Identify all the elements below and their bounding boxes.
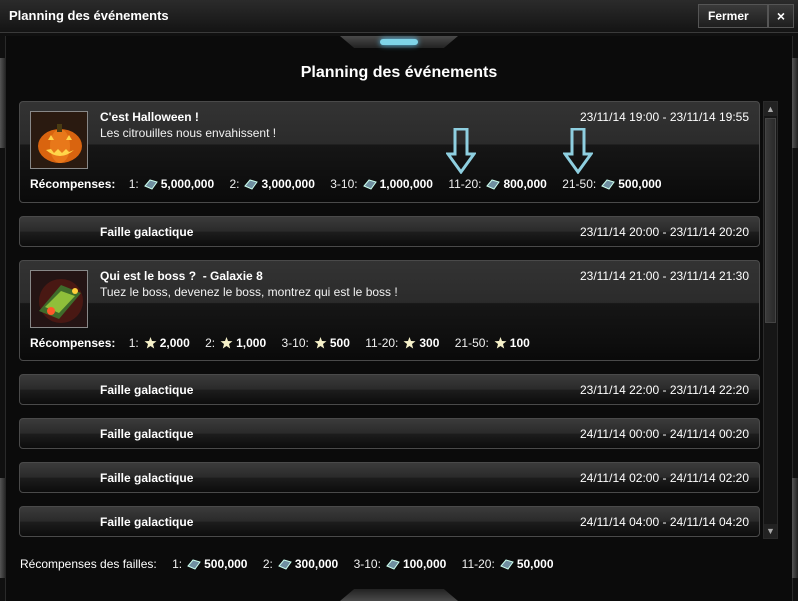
event-list[interactable]: C'est Halloween ! Les citrouilles nous e… [19,100,761,540]
crystal-icon [362,178,377,193]
crystal-icon [486,178,501,193]
event-card-faille[interactable]: Faille galactique 24/11/14 04:00 - 24/11… [19,506,760,537]
boss-ship-thumbnail [30,270,88,328]
event-time: 23/11/14 20:00 - 23/11/14 20:20 [579,225,749,239]
event-title: Faille galactique [100,383,194,397]
crystal-icon [499,558,514,573]
event-card-faille[interactable]: Faille galactique 23/11/14 20:00 - 23/11… [19,216,760,247]
reward-item: 2: 3,000,000 [229,177,315,193]
crystal-icon [278,558,292,573]
scroll-down-icon[interactable]: ▼ [764,524,777,538]
reward-item: 11-20: 300 [365,336,440,352]
crystal-icon [143,178,158,193]
event-card-boss[interactable]: Qui est le boss ? - Galaxie 8 Tuez le bo… [19,260,760,361]
event-description: Tuez le boss, devenez le boss, montrez q… [100,285,398,299]
event-title: Qui est le boss ? - Galaxie 8 [100,269,263,283]
star-icon [494,337,507,352]
close-icon[interactable]: × [768,4,794,28]
event-title: Faille galactique [100,471,194,485]
event-card-faille[interactable]: Faille galactique 24/11/14 02:00 - 24/11… [19,462,760,493]
event-title: Faille galactique [100,515,194,529]
event-rewards: Récompenses: 1: 2,000 2: 1,000 3-10: 500 11… [30,336,542,352]
star-icon [314,337,327,352]
event-time: 24/11/14 00:00 - 24/11/14 00:20 [579,427,749,441]
reward-item: 2: 1,000 [205,336,267,352]
event-card-faille[interactable]: Faille galactique 23/11/14 22:00 - 23/11… [19,374,760,405]
rewards-label: Récompenses: [30,336,116,350]
scrollbar-thumb[interactable] [765,118,776,323]
reward-item: 11-20: 50,000 [461,557,554,573]
left-frame-ornament-bottom [0,478,6,578]
panel-heading: Planning des événements [300,64,498,81]
halloween-pumpkin-thumbnail [30,111,88,169]
event-card-faille[interactable]: Faille galactique 24/11/14 00:00 - 24/11… [19,418,760,449]
event-time: 23/11/14 21:00 - 23/11/14 21:30 [579,269,749,283]
window-title: Planning des événements [9,8,169,23]
event-description: Les citrouilles nous envahissent ! [100,126,277,140]
scroll-up-icon[interactable]: ▲ [764,102,777,116]
event-time: 23/11/14 19:00 - 23/11/14 19:55 [579,110,749,124]
reward-item: 3-10: 500 [281,336,350,352]
crystal-icon [187,558,201,573]
reward-item: 2: 300,000 [262,557,339,573]
reward-item: 1: 5,000,000 [128,177,215,193]
star-icon [144,337,157,352]
event-title: Faille galactique [100,225,194,239]
crystal-icon [244,178,259,193]
event-title: C'est Halloween ! [100,110,199,124]
event-title: Faille galactique [100,427,194,441]
crystal-icon [601,178,616,193]
reward-item: 11-20: 800,000 [448,177,547,193]
event-time: 23/11/14 22:00 - 23/11/14 22:20 [579,383,749,397]
close-button[interactable]: Fermer [698,4,768,28]
event-card-halloween[interactable]: C'est Halloween ! Les citrouilles nous e… [19,101,760,203]
reward-item: 21-50: 100 [454,336,530,352]
frame-indicator-light [380,39,418,45]
reward-item: 1: 2,000 [128,336,190,352]
title-bar: Planning des événements Fermer × [0,0,798,33]
down-arrow-icon [563,128,593,174]
event-subtitle: - Galaxie 8 [202,269,263,283]
rewards-label: Récompenses: [30,177,116,191]
star-icon [403,337,416,352]
reward-item: 1: 500,000 [172,557,248,573]
right-frame-ornament-bottom [792,478,798,578]
frame-bottom-ornament [340,589,458,601]
event-time: 24/11/14 04:00 - 24/11/14 04:20 [579,515,749,529]
star-icon [220,337,233,352]
reward-item: 21-50: 500,000 [562,177,662,193]
event-time: 24/11/14 02:00 - 24/11/14 02:20 [579,471,749,485]
down-arrow-icon [446,128,476,174]
rift-rewards: Récompenses des failles: 1: 500,000 2: 300… [20,557,566,573]
event-list-scrollbar[interactable]: ▲ ▼ [763,101,778,539]
crystal-icon [386,558,400,573]
rift-rewards-label: Récompenses des failles: [20,557,157,571]
reward-item: 3-10: 100,000 [353,557,447,573]
event-rewards: Récompenses: 1: 5,000,000 2: 3,000,000 3-1… [30,177,674,193]
reward-item: 3-10: 1,000,000 [330,177,433,193]
